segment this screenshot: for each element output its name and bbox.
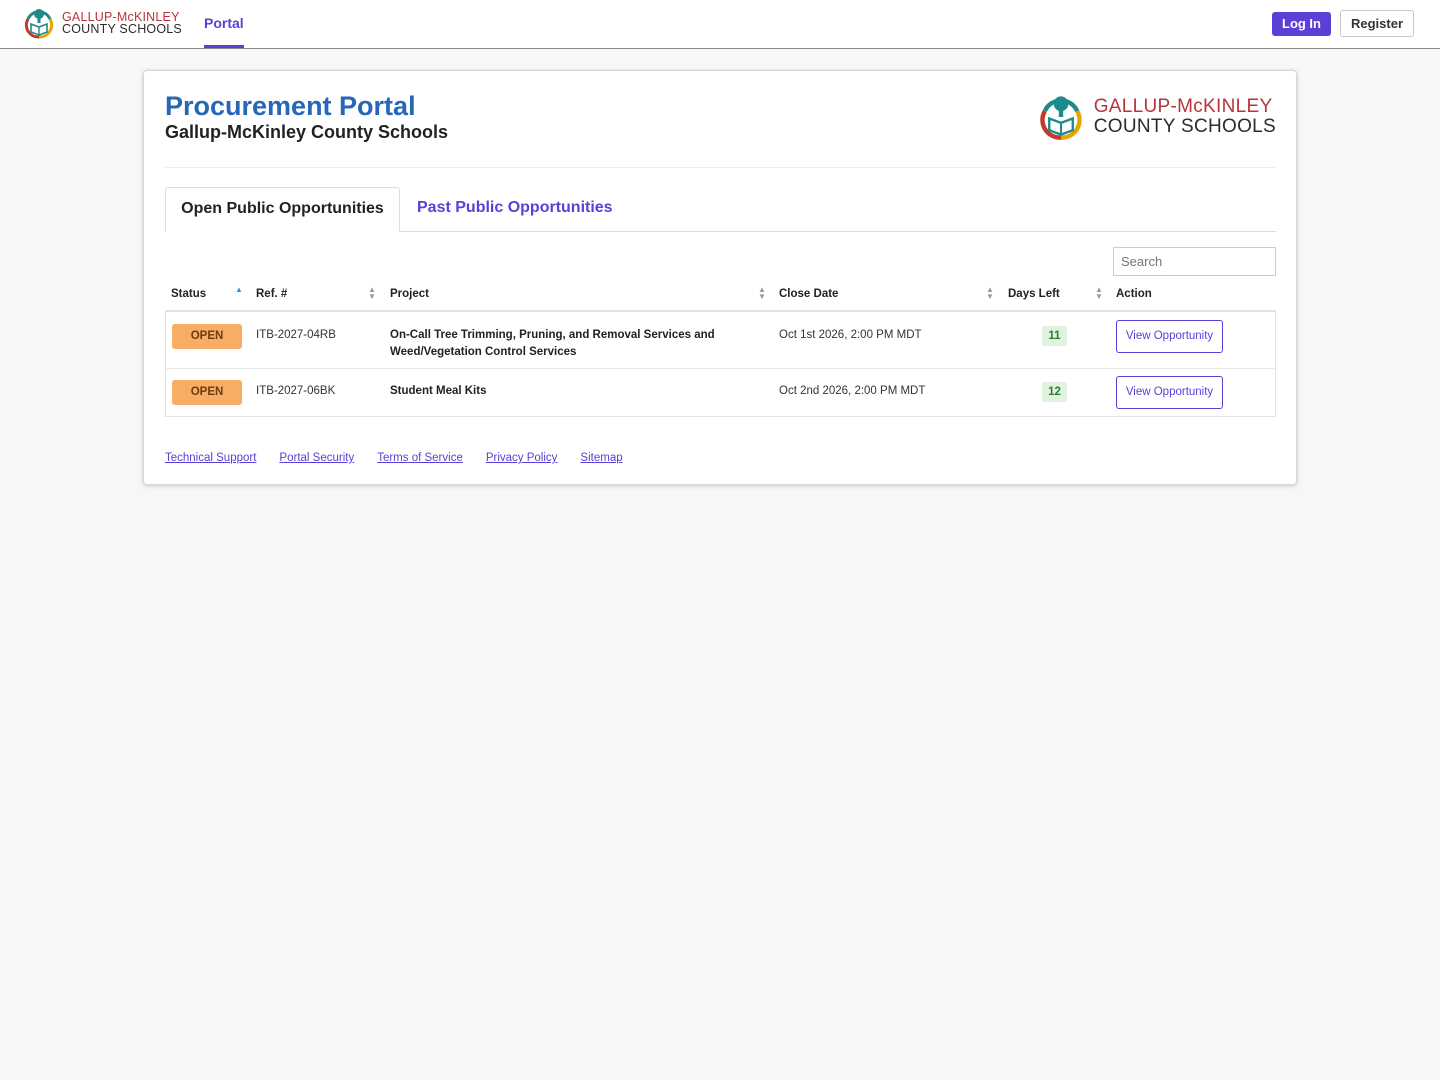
footer-links: Technical Support Portal Security Terms … [165,452,646,464]
page-title: Procurement Portal [165,91,416,121]
close-date: Oct 2nd 2026, 2:00 PM MDT [779,385,926,397]
project-name: Student Meal Kits [390,385,487,397]
procurement-card: Procurement Portal Gallup-McKinley Count… [143,70,1297,485]
district-logo[interactable]: GALLUP-McKINLEY COUNTY SCHOOLS [22,6,182,40]
sort-icon[interactable]: ▲ ▼ [986,286,994,301]
column-header-action: Action [1116,288,1152,300]
search-input[interactable] [1113,247,1276,276]
column-header-status[interactable]: Status [171,288,206,300]
project-name: On-Call Tree Trimming, Pruning, and Remo… [390,329,715,358]
status-badge: OPEN [172,324,242,349]
top-navbar: GALLUP-McKINLEY COUNTY SCHOOLS Portal Lo… [0,0,1440,49]
column-header-project[interactable]: Project [390,288,429,300]
footer-link-technical-support[interactable]: Technical Support [165,452,256,464]
row-divider [165,368,1276,369]
column-header-close-date[interactable]: Close Date [779,288,838,300]
status-badge: OPEN [172,380,242,405]
card-logo-line-2: COUNTY SCHOOLS [1093,116,1276,137]
days-left-badge: 11 [1042,326,1067,346]
footer-link-privacy-policy[interactable]: Privacy Policy [486,452,558,464]
column-header-days-left[interactable]: Days Left [1008,288,1060,300]
footer-link-sitemap[interactable]: Sitemap [580,452,622,464]
column-header-ref[interactable]: Ref. # [256,288,287,300]
card-district-logo: GALLUP-McKINLEY COUNTY SCHOOLS [1036,91,1276,143]
tab-open-opportunities[interactable]: Open Public Opportunities [165,187,400,232]
page-subtitle: Gallup-McKinley County Schools [165,122,449,142]
nav-tab-portal[interactable]: Portal [204,15,244,31]
register-button[interactable]: Register [1340,10,1414,37]
header-divider [165,167,1276,168]
login-button[interactable]: Log In [1272,12,1331,36]
sort-icon[interactable]: ▲ ▼ [368,286,376,301]
logo-line-2: COUNTY SCHOOLS [62,22,182,36]
tab-past-opportunities[interactable]: Past Public Opportunities [417,199,613,217]
sort-icon[interactable]: ▲ ▼ [1095,286,1103,301]
footer-link-portal-security[interactable]: Portal Security [279,452,354,464]
view-opportunity-button[interactable]: View Opportunity [1116,376,1223,409]
footer-link-terms-of-service[interactable]: Terms of Service [377,452,463,464]
card-logo-line-1: GALLUP-McKINLEY [1093,96,1273,117]
close-date: Oct 1st 2026, 2:00 PM MDT [779,329,922,341]
ref-number: ITB-2027-06BK [256,385,336,397]
sort-icon[interactable]: ▲ ▼ [758,286,766,301]
district-emblem-icon [1039,96,1082,140]
ref-number: ITB-2027-04RB [256,329,336,341]
view-opportunity-button[interactable]: View Opportunity [1116,320,1223,353]
days-left-badge: 12 [1042,382,1067,402]
active-tab-indicator [204,45,244,48]
sort-asc-icon[interactable]: ▲ [235,286,243,294]
district-emblem-icon [24,9,54,39]
